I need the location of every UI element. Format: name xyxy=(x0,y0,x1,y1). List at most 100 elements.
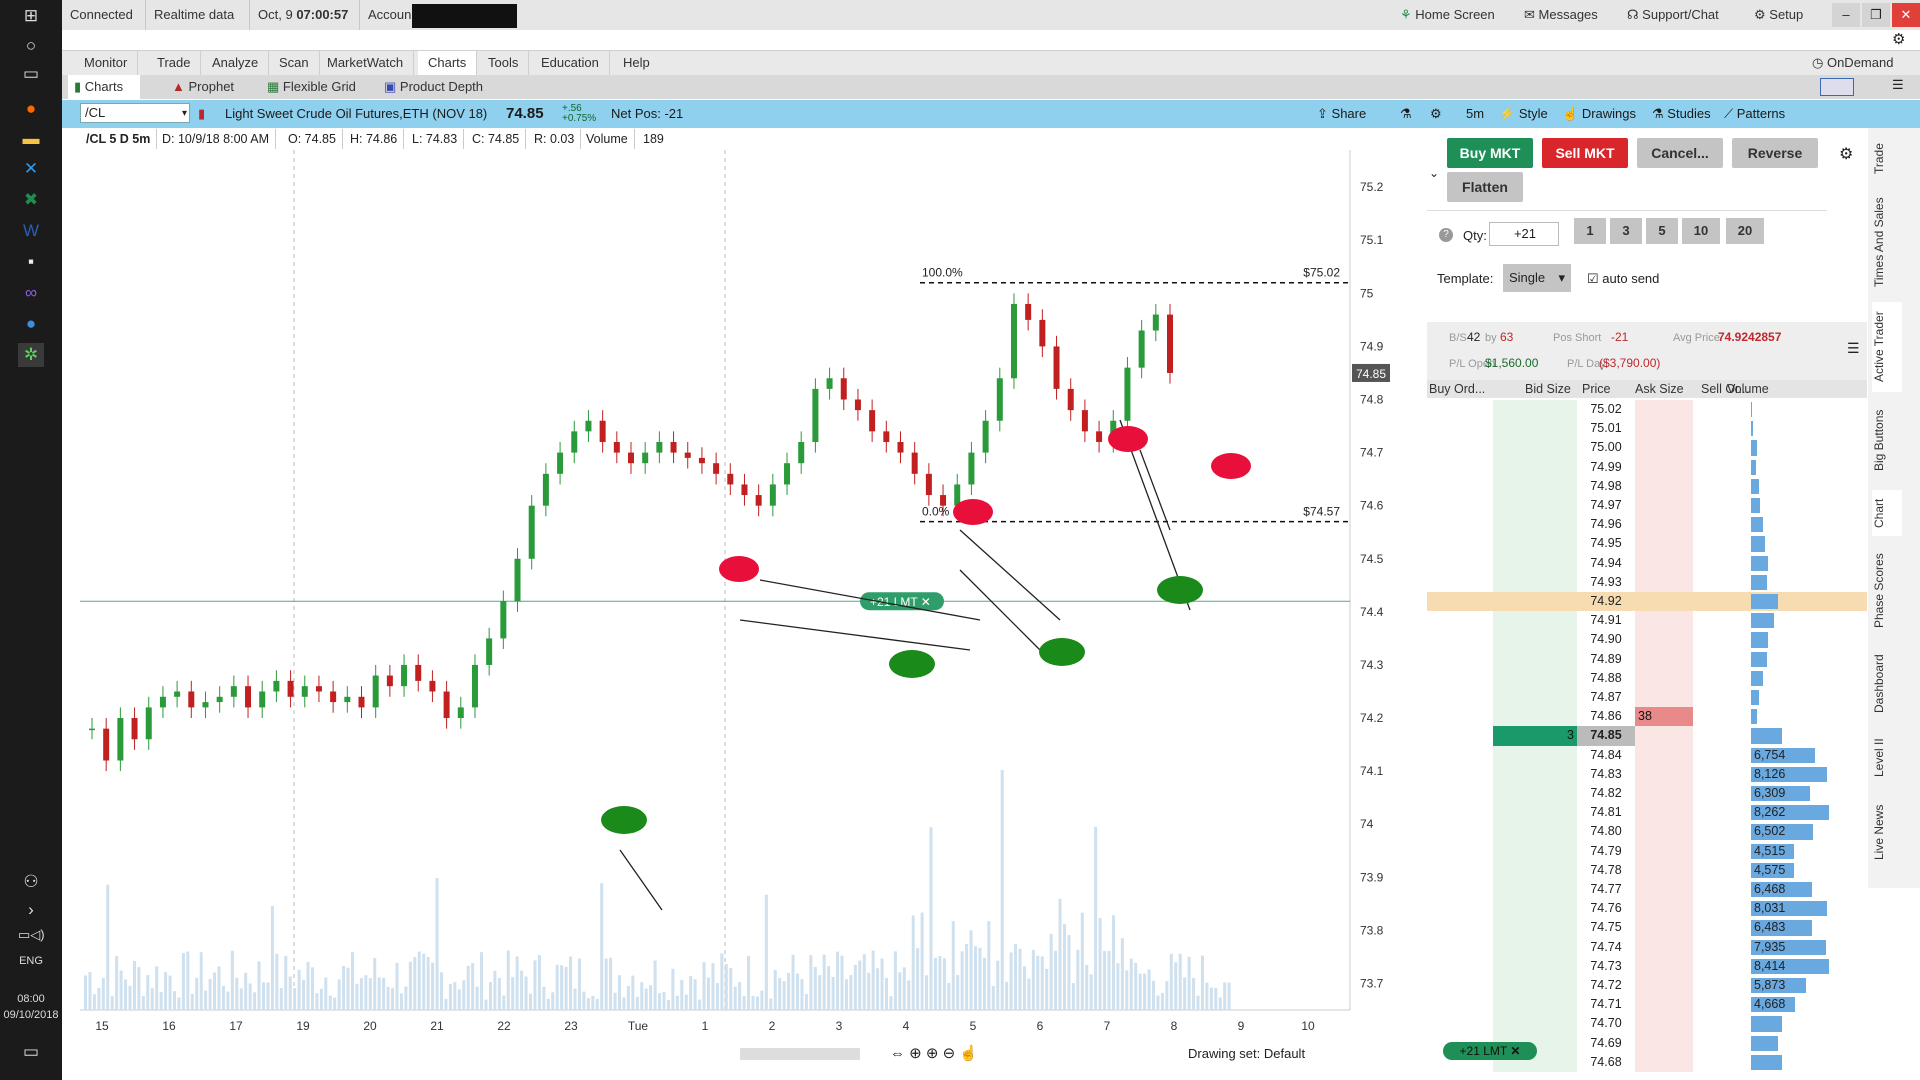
ladder-buy-order-cell[interactable] xyxy=(1427,726,1493,746)
close-window-button[interactable]: ✕ xyxy=(1892,3,1920,27)
working-order-chip[interactable]: +21 LMT ✕ xyxy=(1443,1042,1537,1060)
ladder-buy-order-cell[interactable] xyxy=(1427,419,1493,439)
reverse-button[interactable]: Reverse xyxy=(1732,138,1818,168)
ladder-bid-cell[interactable] xyxy=(1493,841,1577,861)
ladder-bid-cell[interactable] xyxy=(1493,688,1577,708)
ladder-sell-order-cell[interactable] xyxy=(1693,419,1749,439)
side-tab-live-news[interactable]: Live News xyxy=(1872,796,1902,868)
studies-menu[interactable]: ⚗ Studies xyxy=(1652,100,1711,128)
chevron-right-icon[interactable]: › xyxy=(18,898,44,922)
ladder-bid-cell[interactable] xyxy=(1493,784,1577,804)
ladder-bid-cell[interactable] xyxy=(1493,592,1577,611)
ladder-row[interactable]: 74.74 7,935 xyxy=(1427,937,1867,957)
side-tab-phase-scores[interactable]: Phase Scores xyxy=(1872,546,1902,636)
ladder-row[interactable]: 74.92 xyxy=(1427,592,1867,612)
setup-button[interactable]: ⚙ Setup xyxy=(1754,0,1803,30)
ladder-row[interactable]: 74.89 xyxy=(1427,649,1867,669)
ladder-ask-cell[interactable] xyxy=(1635,841,1693,861)
ladder-buy-order-cell[interactable] xyxy=(1427,630,1493,650)
ladder-buy-order-cell[interactable] xyxy=(1427,822,1493,842)
zoom-tools[interactable]: ⇔ ⊕ ⊕ ⊖ ☝ xyxy=(890,1044,978,1062)
ladder-row[interactable]: 74.70 xyxy=(1427,1014,1867,1034)
header-volume[interactable]: Volume xyxy=(1727,380,1769,398)
buy-mkt-button[interactable]: Buy MKT xyxy=(1447,138,1533,168)
ladder-buy-order-cell[interactable] xyxy=(1427,784,1493,804)
ladder-row[interactable]: 74.86 38 xyxy=(1427,707,1867,727)
ladder-row[interactable]: 74.95 xyxy=(1427,534,1867,554)
ladder-buy-order-cell[interactable] xyxy=(1427,438,1493,458)
nav-scan[interactable]: Scan xyxy=(269,51,320,75)
ladder-ask-cell[interactable] xyxy=(1635,976,1693,996)
ladder-row[interactable]: 74.93 xyxy=(1427,572,1867,592)
ladder-bid-cell[interactable] xyxy=(1493,899,1577,919)
ladder-sell-order-cell[interactable] xyxy=(1693,976,1749,996)
ladder-sell-order-cell[interactable] xyxy=(1693,995,1749,1015)
ladder-volume[interactable]: 7,935 xyxy=(1751,938,1829,957)
thinkorswim-icon[interactable]: ✲ xyxy=(18,343,44,367)
ladder-volume[interactable]: 6,483 xyxy=(1751,918,1829,937)
flask-icon[interactable]: ⚗ xyxy=(1400,100,1412,128)
swing-low-marker[interactable] xyxy=(1039,638,1085,666)
ladder-bid-cell[interactable] xyxy=(1493,764,1577,784)
flatten-button[interactable]: Flatten xyxy=(1447,172,1523,202)
header-bid-size[interactable]: Bid Size xyxy=(1525,380,1571,398)
ladder-ask-cell[interactable] xyxy=(1635,515,1693,535)
ladder-buy-order-cell[interactable] xyxy=(1427,515,1493,535)
account-label[interactable]: Accoun xyxy=(360,0,420,30)
ladder-sell-order-cell[interactable] xyxy=(1693,553,1749,573)
horizontal-scrollbar[interactable] xyxy=(740,1048,860,1060)
qty-1-button[interactable]: 1 xyxy=(1574,218,1606,244)
ladder-ask-cell[interactable] xyxy=(1635,803,1693,823)
header-price[interactable]: Price xyxy=(1582,380,1610,398)
ladder-buy-order-cell[interactable] xyxy=(1427,707,1493,727)
notes-icon[interactable]: ▪ xyxy=(18,250,44,274)
ladder-row[interactable]: 74.90 xyxy=(1427,630,1867,650)
ladder-bid-cell[interactable] xyxy=(1493,572,1577,592)
app-icon[interactable]: ● xyxy=(18,312,44,336)
ladder-sell-order-cell[interactable] xyxy=(1693,476,1749,496)
ladder-sell-order-cell[interactable] xyxy=(1693,937,1749,957)
ladder-bid-cell[interactable] xyxy=(1493,668,1577,688)
ladder-sell-order-cell[interactable] xyxy=(1693,880,1749,900)
ladder-sell-order-cell[interactable] xyxy=(1693,457,1749,477)
nav-education[interactable]: Education xyxy=(531,51,610,75)
ladder-sell-order-cell[interactable] xyxy=(1693,592,1749,611)
swing-high-marker[interactable] xyxy=(1211,453,1251,479)
ladder-ask-cell[interactable] xyxy=(1635,1052,1693,1072)
ladder-row[interactable]: 74.81 8,262 xyxy=(1427,803,1867,823)
ladder-ask-cell[interactable] xyxy=(1635,649,1693,669)
ladder-buy-order-cell[interactable] xyxy=(1427,496,1493,516)
ladder-buy-order-cell[interactable] xyxy=(1427,918,1493,938)
qty-3-button[interactable]: 3 xyxy=(1610,218,1642,244)
header-ask-size[interactable]: Ask Size xyxy=(1635,380,1684,398)
ladder-volume[interactable]: 8,262 xyxy=(1751,803,1829,822)
ondemand-button[interactable]: ◷ OnDemand xyxy=(1802,51,1903,75)
ladder-buy-order-cell[interactable] xyxy=(1427,649,1493,669)
ladder-ask-cell[interactable] xyxy=(1635,995,1693,1015)
ladder-bid-cell[interactable] xyxy=(1493,880,1577,900)
timeframe-selector[interactable]: 5m xyxy=(1466,100,1484,128)
ladder-ask-cell[interactable] xyxy=(1635,553,1693,573)
ladder-ask-cell[interactable] xyxy=(1635,438,1693,458)
language-indicator[interactable]: ENG xyxy=(0,955,62,967)
ladder-ask-cell[interactable]: 38 xyxy=(1635,707,1693,727)
ladder-ask-cell[interactable] xyxy=(1635,688,1693,708)
ladder-ask-cell[interactable] xyxy=(1635,918,1693,938)
symbol-input[interactable]: /CL ▾ xyxy=(80,103,190,123)
auto-send-checkbox[interactable]: ☑ auto send xyxy=(1587,271,1659,287)
ladder-row[interactable]: 75.01 xyxy=(1427,419,1867,439)
ladder-sell-order-cell[interactable] xyxy=(1693,438,1749,458)
ladder-volume[interactable]: 6,309 xyxy=(1751,784,1829,803)
ladder-bid-cell[interactable] xyxy=(1493,419,1577,439)
alert-icon[interactable]: ▮ xyxy=(198,100,205,128)
excel-icon[interactable]: ✖ xyxy=(18,188,44,212)
ladder-buy-order-cell[interactable] xyxy=(1427,803,1493,823)
ladder-sell-order-cell[interactable] xyxy=(1693,515,1749,535)
nav-marketwatch[interactable]: MarketWatch xyxy=(317,51,415,75)
ladder-ask-cell[interactable] xyxy=(1635,745,1693,765)
ladder-row[interactable]: 74.94 xyxy=(1427,553,1867,573)
qty-input[interactable]: +21 xyxy=(1489,222,1559,246)
ladder-ask-cell[interactable] xyxy=(1635,784,1693,804)
side-tab-chart[interactable]: Chart xyxy=(1872,490,1902,536)
minimize-button[interactable]: – xyxy=(1832,3,1860,27)
